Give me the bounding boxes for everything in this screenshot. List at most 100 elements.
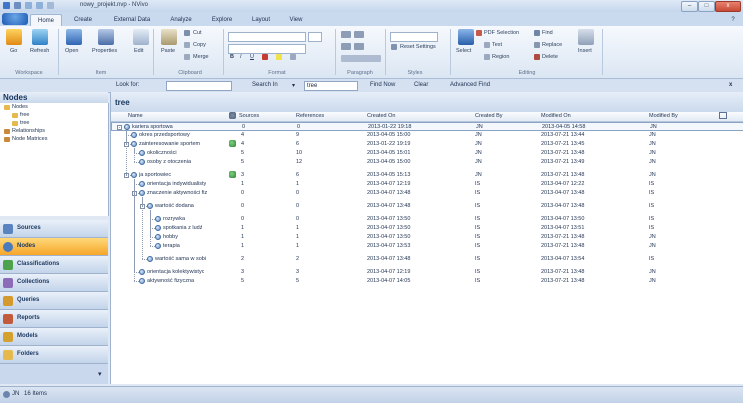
tab-create[interactable]: Create [70,14,96,26]
column-chooser-icon[interactable] [719,112,727,119]
table-row[interactable]: terapia 1 1 2013-04-07 13:53 IS 2013-07-21 13… [111,242,743,251]
undo-icon[interactable] [25,2,32,9]
table-row[interactable]: rozrywka 0 0 2013-04-07 13:50 IS 2013-04-07 1… [111,215,743,224]
properties-icon[interactable] [98,29,114,45]
font-name-combo[interactable] [228,32,306,42]
tab-view[interactable]: View [286,14,306,26]
nav-tree-free[interactable]: free [20,112,29,118]
nav-button-collections[interactable]: Collections [0,274,108,292]
edit-icon[interactable] [133,29,149,45]
table-row[interactable]: osoby z otoczenia 5 12 2013-04-05 15:00 JN 20… [111,158,743,167]
table-row[interactable]: - wartość dodana 0 0 2013-04-07 13:48 IS 2013-… [111,202,743,211]
maximize-button[interactable]: □ [698,1,715,12]
go-button[interactable]: Go [10,48,17,54]
table-row[interactable]: hobby 1 1 2013-04-07 13:50 IS 2013-07-21 13:4… [111,233,743,242]
italic-button[interactable]: I [240,54,242,60]
pdf-selection-button[interactable]: PDF Selection [484,30,519,36]
search-in-button[interactable]: Search In [252,82,278,88]
column-name[interactable]: Name [128,113,143,119]
table-row[interactable]: - kariera sportowa 0 0 2013-01-22 19:18 JN 201… [111,122,743,131]
indent-icon[interactable] [341,43,351,50]
nav-button-folders[interactable]: Folders [0,346,108,364]
go-icon[interactable] [6,29,22,45]
paste-button[interactable]: Paste [161,48,175,54]
tab-explore[interactable]: Explore [208,14,236,26]
file-menu-button[interactable] [2,13,28,25]
close-window-button[interactable]: x [715,1,741,12]
table-row[interactable]: - ja sportowiec 3 6 2013-04-05 15:13 JN 2013-0… [111,171,743,180]
advanced-find-button[interactable]: Advanced Find [450,82,490,88]
column-references[interactable]: References [296,113,324,119]
table-row[interactable]: orientacja indywidualisty 1 1 2013-04-07 12… [111,180,743,189]
refresh-icon[interactable] [32,29,48,45]
text-select-icon[interactable] [484,42,490,48]
merge-icon[interactable] [184,54,190,60]
merge-button[interactable]: Merge [193,54,209,60]
configure-buttons-icon[interactable]: ▾ [98,370,102,378]
nav-tree-tree[interactable]: tree [20,120,29,126]
nav-button-classifications[interactable]: Classifications [0,256,108,274]
highlight-icon[interactable] [276,54,282,60]
close-find-bar-button[interactable]: x [729,82,732,88]
tab-analyze[interactable]: Analyze [166,14,196,26]
properties-button[interactable]: Properties [92,48,117,54]
delete-icon[interactable] [534,54,540,60]
tab-layout[interactable]: Layout [248,14,274,26]
bold-button[interactable]: B [230,54,234,60]
nav-tree-nodes[interactable]: Nodes [12,104,28,110]
quick-access-dropdown-icon[interactable] [47,2,54,9]
table-row[interactable]: - zainteresowanie sportem 4 6 2013-01-22 19:… [111,140,743,149]
copy-button[interactable]: Copy [193,42,206,48]
region-select-button[interactable]: Region [492,54,509,60]
find-now-button[interactable]: Find Now [370,82,395,88]
tab-external-data[interactable]: External Data [110,14,154,26]
column-created-by[interactable]: Created By [475,113,503,119]
replace-button[interactable]: Replace [542,42,562,48]
select-button[interactable]: Select [456,48,471,54]
underline-button[interactable]: U [250,54,254,60]
table-row[interactable]: okres przedsportowy 4 9 2013-04-05 15:00 JN 2… [111,131,743,140]
bullets-icon[interactable] [341,31,351,38]
open-button[interactable]: Open [65,48,78,54]
table-row[interactable]: spotkania z ludź 1 1 2013-04-07 13:50 IS 2013… [111,224,743,233]
minimize-button[interactable]: – [681,1,698,12]
text-select-button[interactable]: Text [492,42,502,48]
insert-button[interactable]: Insert [578,48,592,54]
reset-settings-icon[interactable] [391,44,397,50]
table-row[interactable]: okoliczności 5 10 2013-04-05 15:01 JN 2013-07… [111,149,743,158]
open-icon[interactable] [66,29,82,45]
pdf-selection-icon[interactable] [476,30,482,36]
style-combo[interactable] [228,44,306,54]
nav-tree-relationships[interactable]: Relationships [12,128,45,134]
cut-button[interactable]: Cut [193,30,202,36]
nav-tree-node-matrices[interactable]: Node Matrices [12,136,47,142]
redo-icon[interactable] [36,2,43,9]
search-in-dropdown-icon[interactable]: ▾ [292,82,295,89]
nav-button-models[interactable]: Models [0,328,108,346]
insert-icon[interactable] [578,29,594,45]
column-modified-by[interactable]: Modified By [649,113,678,119]
paste-icon[interactable] [161,29,177,45]
collapse-toggle[interactable]: - [117,125,122,131]
look-for-input[interactable] [166,81,232,91]
replace-icon[interactable] [534,42,540,48]
clear-button[interactable]: Clear [414,82,428,88]
table-row[interactable]: wartość sama w sobi 2 2 2013-04-07 13:48 IS 2… [111,255,743,264]
region-select-icon[interactable] [484,54,490,60]
table-row[interactable]: orientacja kolektywistyc 3 3 2013-04-07 12:… [111,268,743,277]
reset-settings-button[interactable]: Reset Settings [400,44,436,50]
nav-button-nodes[interactable]: Nodes [0,238,108,256]
nav-button-queries[interactable]: Queries [0,292,108,310]
column-modified-on[interactable]: Modified On [541,113,571,119]
select-cursor-icon[interactable] [458,29,474,45]
help-icon[interactable]: ? [728,14,738,26]
search-in-field[interactable]: tree [304,81,358,91]
font-size-combo[interactable] [308,32,322,42]
cut-icon[interactable] [184,30,190,36]
alignment-icon[interactable] [341,55,381,62]
nav-button-sources[interactable]: Sources [0,220,108,238]
table-row[interactable]: aktywność fizyczna 5 5 2013-04-07 14:05 IS 20… [111,277,743,286]
column-created-on[interactable]: Created On [367,113,395,119]
table-row[interactable]: - znaczenie aktywności fiz 0 0 2013-04-07 13… [111,189,743,198]
outdent-icon[interactable] [354,43,364,50]
